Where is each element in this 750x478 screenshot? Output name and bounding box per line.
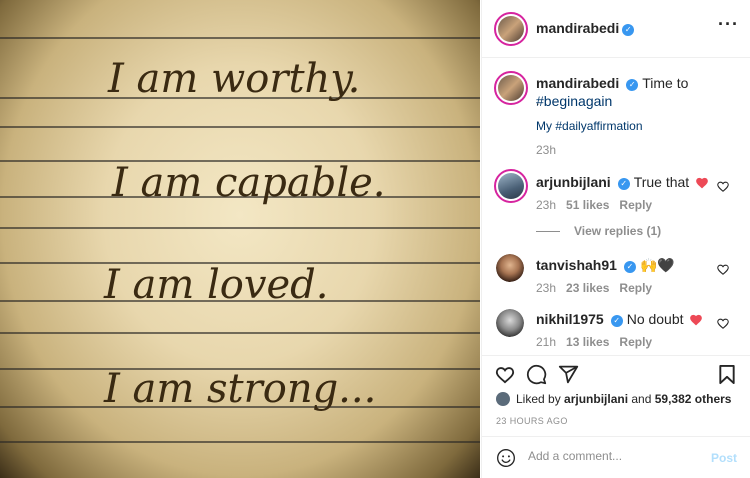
comment-text: No doubt bbox=[626, 311, 684, 327]
post-actions-bar bbox=[482, 355, 750, 391]
likes-others-count[interactable]: 59,382 others bbox=[655, 392, 732, 406]
caption-text: Time to bbox=[642, 75, 689, 91]
comment-time: 21h bbox=[536, 335, 557, 349]
affirmation-line-2: I am capable. bbox=[111, 160, 386, 206]
likes-prefix: Liked by bbox=[516, 392, 565, 406]
comment-text: 🙌🖤 bbox=[639, 257, 675, 273]
affirmation-line-3: I am loved. bbox=[103, 262, 328, 308]
commenter-avatar[interactable] bbox=[494, 169, 528, 203]
reply-button[interactable]: Reply bbox=[619, 198, 652, 212]
comment-username[interactable]: nikhil1975 bbox=[536, 311, 604, 327]
save-bookmark-icon[interactable] bbox=[718, 364, 736, 385]
hashtag-link[interactable]: #beginagain bbox=[536, 93, 612, 109]
red-heart-emoji-icon bbox=[696, 177, 708, 189]
affirmation-line-1: I am worthy. bbox=[107, 56, 360, 102]
more-options-icon[interactable]: ··· bbox=[718, 14, 739, 35]
verified-icon: ✓ bbox=[617, 178, 630, 190]
comment-time: 23h bbox=[536, 281, 557, 295]
author-avatar[interactable] bbox=[494, 12, 528, 46]
reply-button[interactable]: Reply bbox=[619, 281, 652, 295]
likes-summary: Liked by arjunbijlani and 59,382 others bbox=[496, 392, 731, 406]
comment-likes[interactable]: 13 likes bbox=[566, 335, 609, 349]
comment-likes[interactable]: 23 likes bbox=[566, 281, 609, 295]
commenter-avatar[interactable] bbox=[496, 254, 524, 282]
post-comment-button[interactable]: Post bbox=[711, 451, 737, 465]
like-comment-heart-icon[interactable] bbox=[716, 262, 730, 276]
post-timestamp[interactable]: 23 HOURS AGO bbox=[496, 416, 568, 426]
verified-icon: ✓ bbox=[626, 79, 639, 91]
liker-avatar[interactable] bbox=[496, 392, 510, 406]
reply-button[interactable]: Reply bbox=[619, 335, 652, 349]
affirmation-line-4: I am strong... bbox=[103, 366, 376, 412]
likes-and: and bbox=[628, 392, 655, 406]
verified-icon: ✓ bbox=[622, 24, 635, 36]
hashtag-link[interactable]: #dailyaffirmation bbox=[555, 119, 642, 133]
verified-icon: ✓ bbox=[623, 261, 636, 273]
caption-dot: . bbox=[536, 94, 540, 108]
caption-text-line2: My bbox=[536, 119, 556, 133]
add-comment-input[interactable] bbox=[528, 449, 698, 463]
post-header: mandirabedi ✓ ··· bbox=[482, 0, 750, 58]
post-side-panel: mandirabedi ✓ ··· mandirabedi ✓ Time to #be… bbox=[481, 0, 750, 478]
view-replies-button[interactable]: View replies (1) bbox=[536, 224, 661, 238]
comment-time: 23h bbox=[536, 198, 557, 212]
like-heart-icon[interactable] bbox=[494, 364, 516, 384]
comment-likes[interactable]: 51 likes bbox=[566, 198, 609, 212]
red-heart-emoji-icon bbox=[690, 314, 703, 326]
caption-username[interactable]: mandirabedi bbox=[536, 75, 619, 91]
like-comment-heart-icon[interactable] bbox=[716, 316, 730, 330]
caption-avatar[interactable] bbox=[494, 71, 528, 105]
post-photo[interactable]: I am worthy. I am capable. I am loved. I… bbox=[0, 0, 480, 478]
commenter-avatar[interactable] bbox=[496, 309, 524, 337]
add-comment-bar: Post bbox=[482, 436, 750, 478]
caption-time: 23h bbox=[536, 143, 557, 157]
comment-username[interactable]: arjunbijlani bbox=[536, 174, 611, 190]
comment-icon[interactable] bbox=[526, 364, 547, 385]
share-icon[interactable] bbox=[558, 364, 579, 385]
emoji-icon[interactable] bbox=[496, 448, 516, 468]
header-username[interactable]: mandirabedi bbox=[536, 20, 619, 36]
liker-username[interactable]: arjunbijlani bbox=[564, 392, 628, 406]
comments-list[interactable]: mandirabedi ✓ Time to #beginagain . My #da… bbox=[482, 59, 750, 355]
notebook-page: I am worthy. I am capable. I am loved. I… bbox=[0, 37, 480, 443]
verified-icon: ✓ bbox=[610, 315, 623, 327]
comment-text: True that bbox=[633, 174, 690, 190]
comment-username[interactable]: tanvishah91 bbox=[536, 257, 617, 273]
like-comment-heart-icon[interactable] bbox=[716, 179, 730, 193]
